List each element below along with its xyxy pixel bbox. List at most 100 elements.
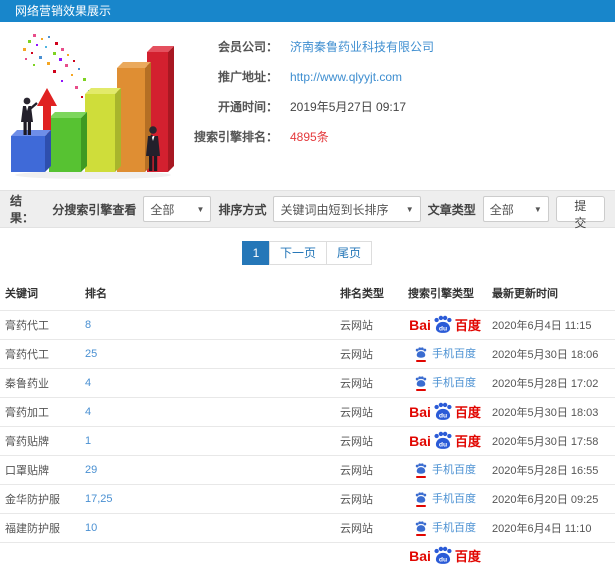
baidu-logo: Bai du 百度 bbox=[409, 546, 481, 566]
engine-select[interactable]: 全部 ▼ bbox=[143, 196, 212, 222]
submit-button[interactable]: 提交 bbox=[555, 196, 605, 230]
marketing-chart-illustration bbox=[11, 34, 174, 179]
rank-cell bbox=[80, 542, 335, 570]
table-header-row: 关键词 排名 排名类型 搜索引擎类型 最新更新时间 bbox=[0, 277, 615, 311]
rank-link[interactable]: 29 bbox=[85, 464, 97, 476]
table-row: 口罩贴牌 29 云网站 手机百度 2020年5月28日 16:55 bbox=[0, 455, 615, 485]
rank-type-cell: 云网站 bbox=[335, 484, 403, 514]
mobile-baidu-label: 手机百度 bbox=[432, 492, 476, 505]
rank-type-cell: 云网站 bbox=[335, 426, 403, 456]
baidu-logo: Bai du 百度 bbox=[409, 402, 481, 422]
keyword-cell: 金华防护服 bbox=[0, 484, 80, 514]
baidu-latin-text: Bai bbox=[409, 404, 431, 420]
article-type-select[interactable]: 全部 ▼ bbox=[482, 196, 549, 222]
rank-type-cell: 云网站 bbox=[335, 310, 403, 340]
rank-cell: 29 bbox=[80, 455, 335, 485]
chevron-down-icon: ▼ bbox=[533, 204, 542, 214]
chevron-down-icon: ▼ bbox=[196, 204, 205, 214]
rank-cell: 8 bbox=[80, 310, 335, 340]
updated-cell: 2020年5月28日 17:02 bbox=[487, 368, 615, 398]
mobile-baidu-logo: 手机百度 bbox=[414, 346, 476, 362]
table-row: 金华防护服 17,25 云网站 手机百度 2020年6月20日 09:25 bbox=[0, 484, 615, 514]
baidu-paw-icon: du bbox=[434, 402, 452, 420]
rank-type-cell: 云网站 bbox=[335, 455, 403, 485]
rank-cell: 4 bbox=[80, 397, 335, 427]
engine-rank-row: 搜索引擎排名： 4895条 bbox=[178, 130, 605, 144]
open-time-row: 开通时间： 2019年5月27日 09:17 bbox=[178, 100, 605, 114]
member-info-fields: 会员公司： 济南秦鲁药业科技有限公司 推广地址： http://www.qlyy… bbox=[178, 30, 605, 190]
rank-cell: 25 bbox=[80, 339, 335, 369]
rank-link[interactable]: 8 bbox=[85, 319, 91, 331]
rank-type-cell: 云网站 bbox=[335, 368, 403, 398]
mobile-baidu-paw-icon bbox=[414, 491, 428, 507]
table-row: 膏药代工 25 云网站 手机百度 2020年5月30日 18:06 bbox=[0, 339, 615, 369]
rank-link[interactable]: 17,25 bbox=[85, 493, 113, 505]
rank-type-cell: 云网站 bbox=[335, 339, 403, 369]
pagination: 1 下一页 尾页 bbox=[0, 228, 615, 277]
bar-blue bbox=[11, 130, 51, 172]
updated-cell: 2020年6月20日 09:25 bbox=[487, 484, 615, 514]
table-row: 秦鲁药业 4 云网站 手机百度 2020年5月28日 17:02 bbox=[0, 368, 615, 398]
baidu-paw-icon: du bbox=[434, 546, 452, 565]
businessman-figure-left bbox=[21, 97, 38, 135]
baidu-paw-icon: du bbox=[434, 431, 452, 449]
table-row: 膏药加工 4 云网站 Bai du 百度 2020年5月30日 18:03 bbox=[0, 397, 615, 427]
mobile-baidu-logo: 手机百度 bbox=[414, 520, 476, 536]
mobile-baidu-paw-icon bbox=[414, 375, 428, 391]
member-company-link[interactable]: 济南秦鲁药业科技有限公司 bbox=[290, 40, 434, 54]
bar-yellow bbox=[85, 88, 121, 172]
engine-cell: Bai du 百度 bbox=[403, 310, 487, 340]
rank-link[interactable]: 10 bbox=[85, 522, 97, 534]
rank-link[interactable]: 4 bbox=[85, 377, 91, 389]
keyword-cell: 膏药加工 bbox=[0, 397, 80, 427]
baidu-latin-text: Bai bbox=[409, 317, 431, 333]
next-page-button[interactable]: 下一页 bbox=[268, 241, 327, 265]
baidu-latin-text: Bai bbox=[409, 548, 431, 565]
result-filter-bar: 结果： 分搜索引擎查看 全部 ▼ 排序方式 关键词由短到长排序 ▼ 文章类型 全… bbox=[0, 190, 615, 230]
keyword-ranking-table: 关键词 排名 排名类型 搜索引擎类型 最新更新时间 膏药代工 8 云网站 Bai… bbox=[0, 277, 615, 570]
page-header: 网络营销效果展示 bbox=[0, 0, 615, 22]
keyword-cell: 口罩贴牌 bbox=[0, 455, 80, 485]
baidu-paw-icon: du bbox=[434, 315, 452, 333]
baidu-cn-text: 百度 bbox=[454, 433, 481, 449]
article-type-select-value: 全部 bbox=[489, 202, 514, 217]
engine-cell: Bai du 百度 bbox=[403, 397, 487, 427]
table-row: 膏药贴牌 1 云网站 Bai du 百度 2020年5月30日 17:58 bbox=[0, 426, 615, 456]
updated-cell: 2020年5月28日 16:55 bbox=[487, 455, 615, 485]
engine-cell: 手机百度 bbox=[403, 455, 487, 485]
promo-url-link[interactable]: http://www.qlyyjt.com bbox=[290, 70, 402, 84]
last-page-button[interactable]: 尾页 bbox=[326, 241, 373, 265]
result-label: 结果： bbox=[10, 194, 35, 225]
rank-cell: 4 bbox=[80, 368, 335, 398]
rank-type-cell: 云网站 bbox=[335, 513, 403, 543]
mobile-baidu-label: 手机百度 bbox=[432, 463, 476, 476]
baidu-logo: Bai du 百度 bbox=[409, 315, 481, 335]
mobile-baidu-label: 手机百度 bbox=[432, 376, 476, 389]
filter-controls: 分搜索引擎查看 全部 ▼ 排序方式 关键词由短到长排序 ▼ 文章类型 全部 ▼ … bbox=[52, 196, 605, 230]
rank-type-cell: 云网站 bbox=[335, 397, 403, 427]
mobile-baidu-logo: 手机百度 bbox=[414, 462, 476, 478]
table-row: 福建防护服 10 云网站 手机百度 2020年6月4日 11:10 bbox=[0, 513, 615, 543]
page-button-current[interactable]: 1 bbox=[241, 241, 270, 265]
member-company-label: 会员公司： bbox=[217, 40, 278, 54]
rank-link[interactable]: 25 bbox=[85, 348, 97, 360]
engine-select-value: 全部 bbox=[150, 202, 175, 217]
promo-url-label: 推广地址： bbox=[217, 70, 278, 84]
table-row: 膏药代工 8 云网站 Bai du 百度 2020年6月4日 11:15 bbox=[0, 310, 615, 340]
member-company-row: 会员公司： 济南秦鲁药业科技有限公司 bbox=[178, 40, 605, 54]
baidu-du-text: du bbox=[439, 412, 447, 419]
baidu-cn-text: 百度 bbox=[454, 548, 481, 564]
updated-cell bbox=[487, 542, 615, 570]
confetti-dots bbox=[23, 34, 95, 104]
rank-cell: 17,25 bbox=[80, 484, 335, 514]
sort-select-value: 关键词由短到长排序 bbox=[280, 202, 389, 217]
engine-cell: 手机百度 bbox=[403, 368, 487, 398]
table-row-partial: Bai du 百度 bbox=[0, 542, 615, 570]
col-header-updated: 最新更新时间 bbox=[492, 288, 558, 300]
engine-filter-label: 分搜索引擎查看 bbox=[52, 202, 137, 217]
sort-select[interactable]: 关键词由短到长排序 ▼ bbox=[273, 196, 421, 222]
engine-cell: 手机百度 bbox=[403, 513, 487, 543]
rank-link[interactable]: 1 bbox=[85, 435, 91, 447]
engine-cell: Bai du 百度 bbox=[403, 542, 487, 570]
rank-link[interactable]: 4 bbox=[85, 406, 91, 418]
